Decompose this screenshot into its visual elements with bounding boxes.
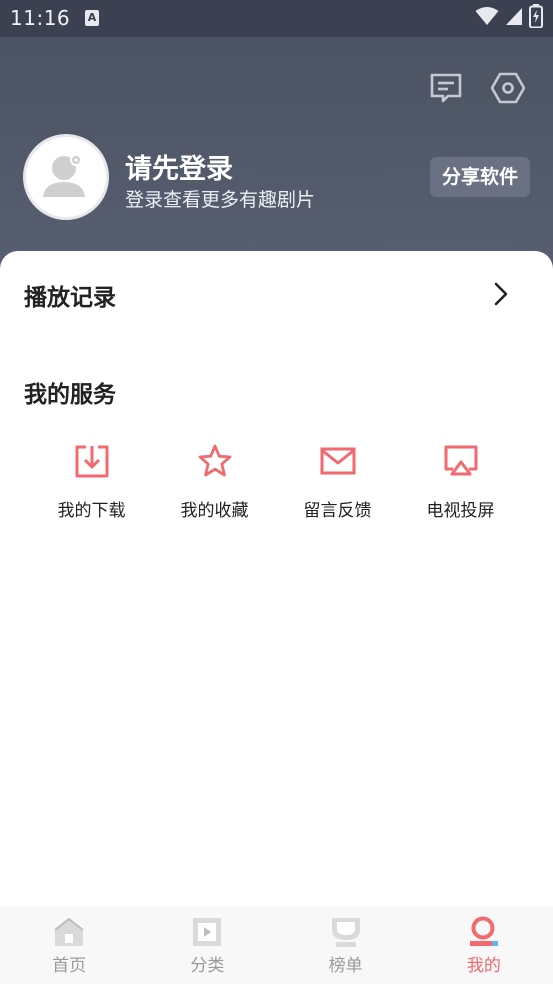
- profile-content-card: 播放记录 我的服务 我的下载 我的收藏 留言反馈 电视投屏: [0, 251, 553, 907]
- notification-badge-icon: A: [85, 10, 99, 26]
- login-prompt-subtitle: 登录查看更多有趣剧片: [125, 189, 316, 211]
- share-app-button[interactable]: 分享软件: [430, 157, 530, 197]
- profile-icon: [466, 915, 502, 949]
- service-label: 电视投屏: [426, 501, 495, 521]
- wifi-icon: [475, 6, 499, 30]
- service-favorites[interactable]: 我的收藏: [153, 441, 276, 531]
- service-label: 我的下载: [57, 501, 126, 521]
- status-time: 11:16: [10, 6, 71, 30]
- cellular-signal-icon: [505, 6, 523, 30]
- service-label: 留言反馈: [303, 501, 372, 521]
- service-feedback[interactable]: 留言反馈: [276, 441, 399, 531]
- battery-icon: [529, 4, 543, 32]
- nav-label: 分类: [190, 956, 225, 976]
- default-user-icon: [43, 154, 85, 197]
- bottom-navigation: 首页 分类 榜单 我的: [0, 907, 553, 984]
- nav-item-profile[interactable]: 我的: [415, 907, 553, 984]
- settings-icon[interactable]: [491, 71, 525, 105]
- nav-item-ranking[interactable]: 榜单: [277, 907, 415, 984]
- mail-icon: [318, 441, 358, 481]
- nav-item-category[interactable]: 分类: [138, 907, 276, 984]
- profile-header: 请先登录 登录查看更多有趣剧片 分享软件: [0, 37, 553, 272]
- cast-icon: [441, 441, 481, 481]
- service-download[interactable]: 我的下载: [30, 441, 153, 531]
- nav-label: 我的: [466, 956, 501, 976]
- chevron-right-icon: [488, 279, 514, 309]
- header-actions: [429, 71, 525, 105]
- nav-label: 首页: [52, 956, 87, 976]
- download-icon: [72, 441, 112, 481]
- message-icon[interactable]: [429, 71, 463, 105]
- star-icon: [195, 441, 235, 481]
- nav-label: 榜单: [328, 956, 363, 976]
- status-indicators: [475, 4, 543, 32]
- services-title: 我的服务: [24, 382, 116, 408]
- category-icon: [189, 915, 225, 949]
- services-grid: 我的下载 我的收藏 留言反馈 电视投屏: [30, 441, 523, 531]
- service-tv-cast[interactable]: 电视投屏: [399, 441, 522, 531]
- nav-item-home[interactable]: 首页: [0, 907, 138, 984]
- status-bar: 11:16 A: [0, 0, 553, 37]
- login-prompt-title[interactable]: 请先登录: [125, 147, 233, 186]
- home-icon: [51, 915, 87, 949]
- ranking-icon: [328, 915, 364, 949]
- avatar[interactable]: [23, 134, 109, 220]
- play-history-label: 播放记录: [24, 285, 116, 311]
- service-label: 我的收藏: [180, 501, 249, 521]
- play-history-row[interactable]: 播放记录: [0, 251, 553, 337]
